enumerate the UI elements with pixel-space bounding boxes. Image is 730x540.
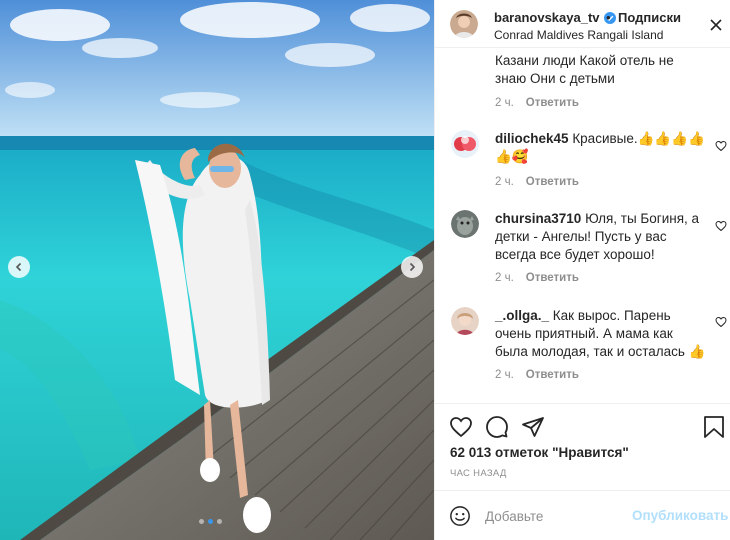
avatar-image — [451, 210, 479, 238]
carousel-dot — [199, 519, 204, 524]
carousel-dot-active — [208, 519, 213, 524]
reply-button[interactable]: Ответить — [526, 176, 579, 188]
reply-button[interactable]: Ответить — [526, 369, 579, 381]
publish-button[interactable]: Опубликовать — [632, 508, 728, 523]
avatar-image — [451, 130, 479, 158]
comment-body: diliochek45 Красивые.👍👍👍👍👍🥰 — [495, 130, 707, 166]
reply-button[interactable]: Ответить — [526, 97, 579, 109]
avatar-image — [450, 10, 478, 38]
more-options-icon[interactable] — [709, 18, 723, 32]
post-sidebar: baranovskaya_tv • Подписки Conrad Maldiv… — [434, 0, 730, 540]
comment-username[interactable]: _.ollga._ — [495, 308, 549, 323]
post-actions: 62 013 отметок "Нравится" ЧАС НАЗАД Опуб… — [435, 403, 730, 540]
commenter-avatar[interactable] — [451, 210, 479, 238]
header-separator: • — [606, 10, 611, 25]
next-photo-button[interactable] — [401, 256, 423, 278]
comment-bubble-icon[interactable] — [485, 415, 509, 439]
comment-time: 2 ч. — [495, 272, 514, 284]
likes-count[interactable]: 62 013 отметок "Нравится" — [450, 445, 629, 460]
comment-meta: 2 ч. Ответить — [495, 176, 579, 188]
post-photo[interactable] — [0, 0, 434, 540]
share-paper-plane-icon[interactable] — [521, 415, 545, 439]
commenter-avatar[interactable] — [451, 130, 479, 158]
comment-username[interactable]: diliochek45 — [495, 131, 569, 146]
post-time[interactable]: ЧАС НАЗАД — [450, 468, 507, 479]
avatar-image — [451, 307, 479, 335]
commenter-avatar[interactable] — [451, 307, 479, 335]
like-comment-heart-icon[interactable] — [715, 220, 727, 232]
photo-scene — [0, 0, 434, 540]
comments-list[interactable]: Казани люди Какой отель не знаю Они с де… — [435, 48, 730, 403]
comment-time: 2 ч. — [495, 97, 514, 109]
previous-photo-button[interactable] — [8, 256, 30, 278]
comment-meta: 2 ч. Ответить — [495, 272, 579, 284]
comment-body: chursina3710 Юля, ты Богиня, а детки - А… — [495, 210, 707, 264]
comment-meta: 2 ч. Ответить — [495, 97, 579, 109]
comment-time: 2 ч. — [495, 369, 514, 381]
author-username[interactable]: baranovskaya_tv — [494, 10, 600, 25]
author-username-row: baranovskaya_tv — [494, 10, 616, 25]
post-header: baranovskaya_tv • Подписки Conrad Maldiv… — [435, 0, 730, 48]
save-bookmark-icon[interactable] — [703, 415, 725, 439]
like-comment-heart-icon[interactable] — [715, 316, 727, 328]
add-comment-bar: Опубликовать — [435, 490, 730, 540]
emoji-smile-icon[interactable] — [449, 505, 471, 527]
carousel-indicator — [199, 519, 222, 524]
like-heart-icon[interactable] — [449, 415, 473, 439]
chevron-right-icon — [409, 262, 416, 272]
comment-time: 2 ч. — [495, 176, 514, 188]
chevron-left-icon — [15, 262, 22, 272]
like-comment-heart-icon[interactable] — [715, 140, 727, 152]
reply-button[interactable]: Ответить — [526, 272, 579, 284]
following-button[interactable]: Подписки — [618, 10, 681, 25]
comment-username[interactable]: chursina3710 — [495, 211, 581, 226]
carousel-dot — [217, 519, 222, 524]
post-location[interactable]: Conrad Maldives Rangali Island — [494, 28, 663, 42]
author-avatar[interactable] — [450, 10, 478, 38]
comment-meta: 2 ч. Ответить — [495, 369, 579, 381]
comment-body: _.ollga._ Как вырос. Парень очень приятн… — [495, 307, 707, 361]
comment-text: Казани люди Какой отель не знаю Они с де… — [495, 53, 674, 86]
